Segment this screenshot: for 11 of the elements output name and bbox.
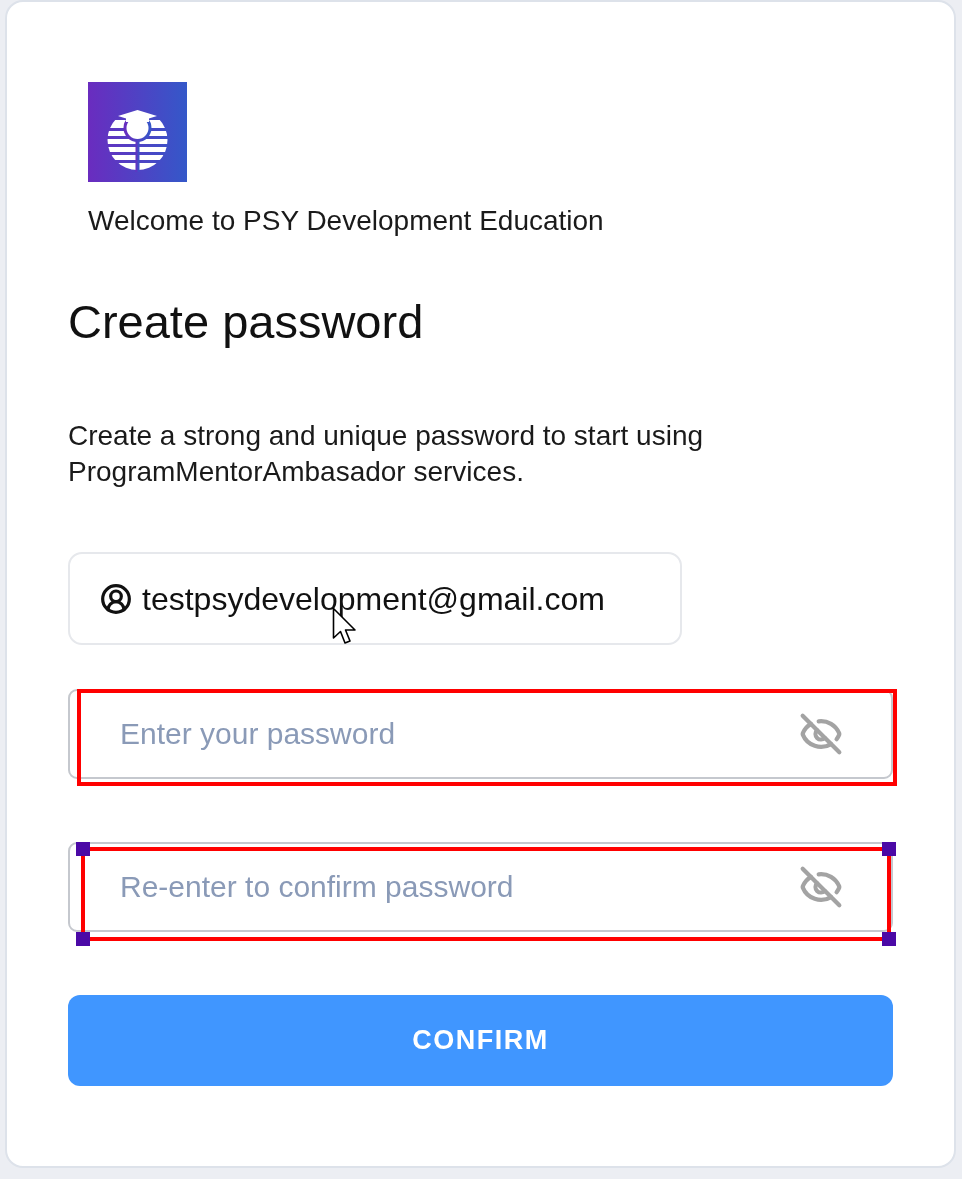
page-title: Create password	[68, 294, 424, 350]
password-field[interactable]: Enter your password	[68, 689, 893, 779]
graduation-logo-icon	[88, 82, 187, 182]
description-text: Create a strong and unique password to start using ProgramMentorAmbasador services.	[68, 419, 705, 489]
welcome-text: Welcome to PSY Development Education	[88, 204, 604, 238]
user-circle-icon	[100, 582, 132, 615]
email-text: testpsydevelopment@gmail.com	[142, 579, 605, 619]
eye-off-icon[interactable]	[799, 712, 843, 756]
password-field[interactable]: Re-enter to confirm password	[68, 842, 893, 932]
confirm-button[interactable]: CONFIRM	[68, 995, 893, 1086]
eye-off-icon[interactable]	[799, 865, 843, 909]
